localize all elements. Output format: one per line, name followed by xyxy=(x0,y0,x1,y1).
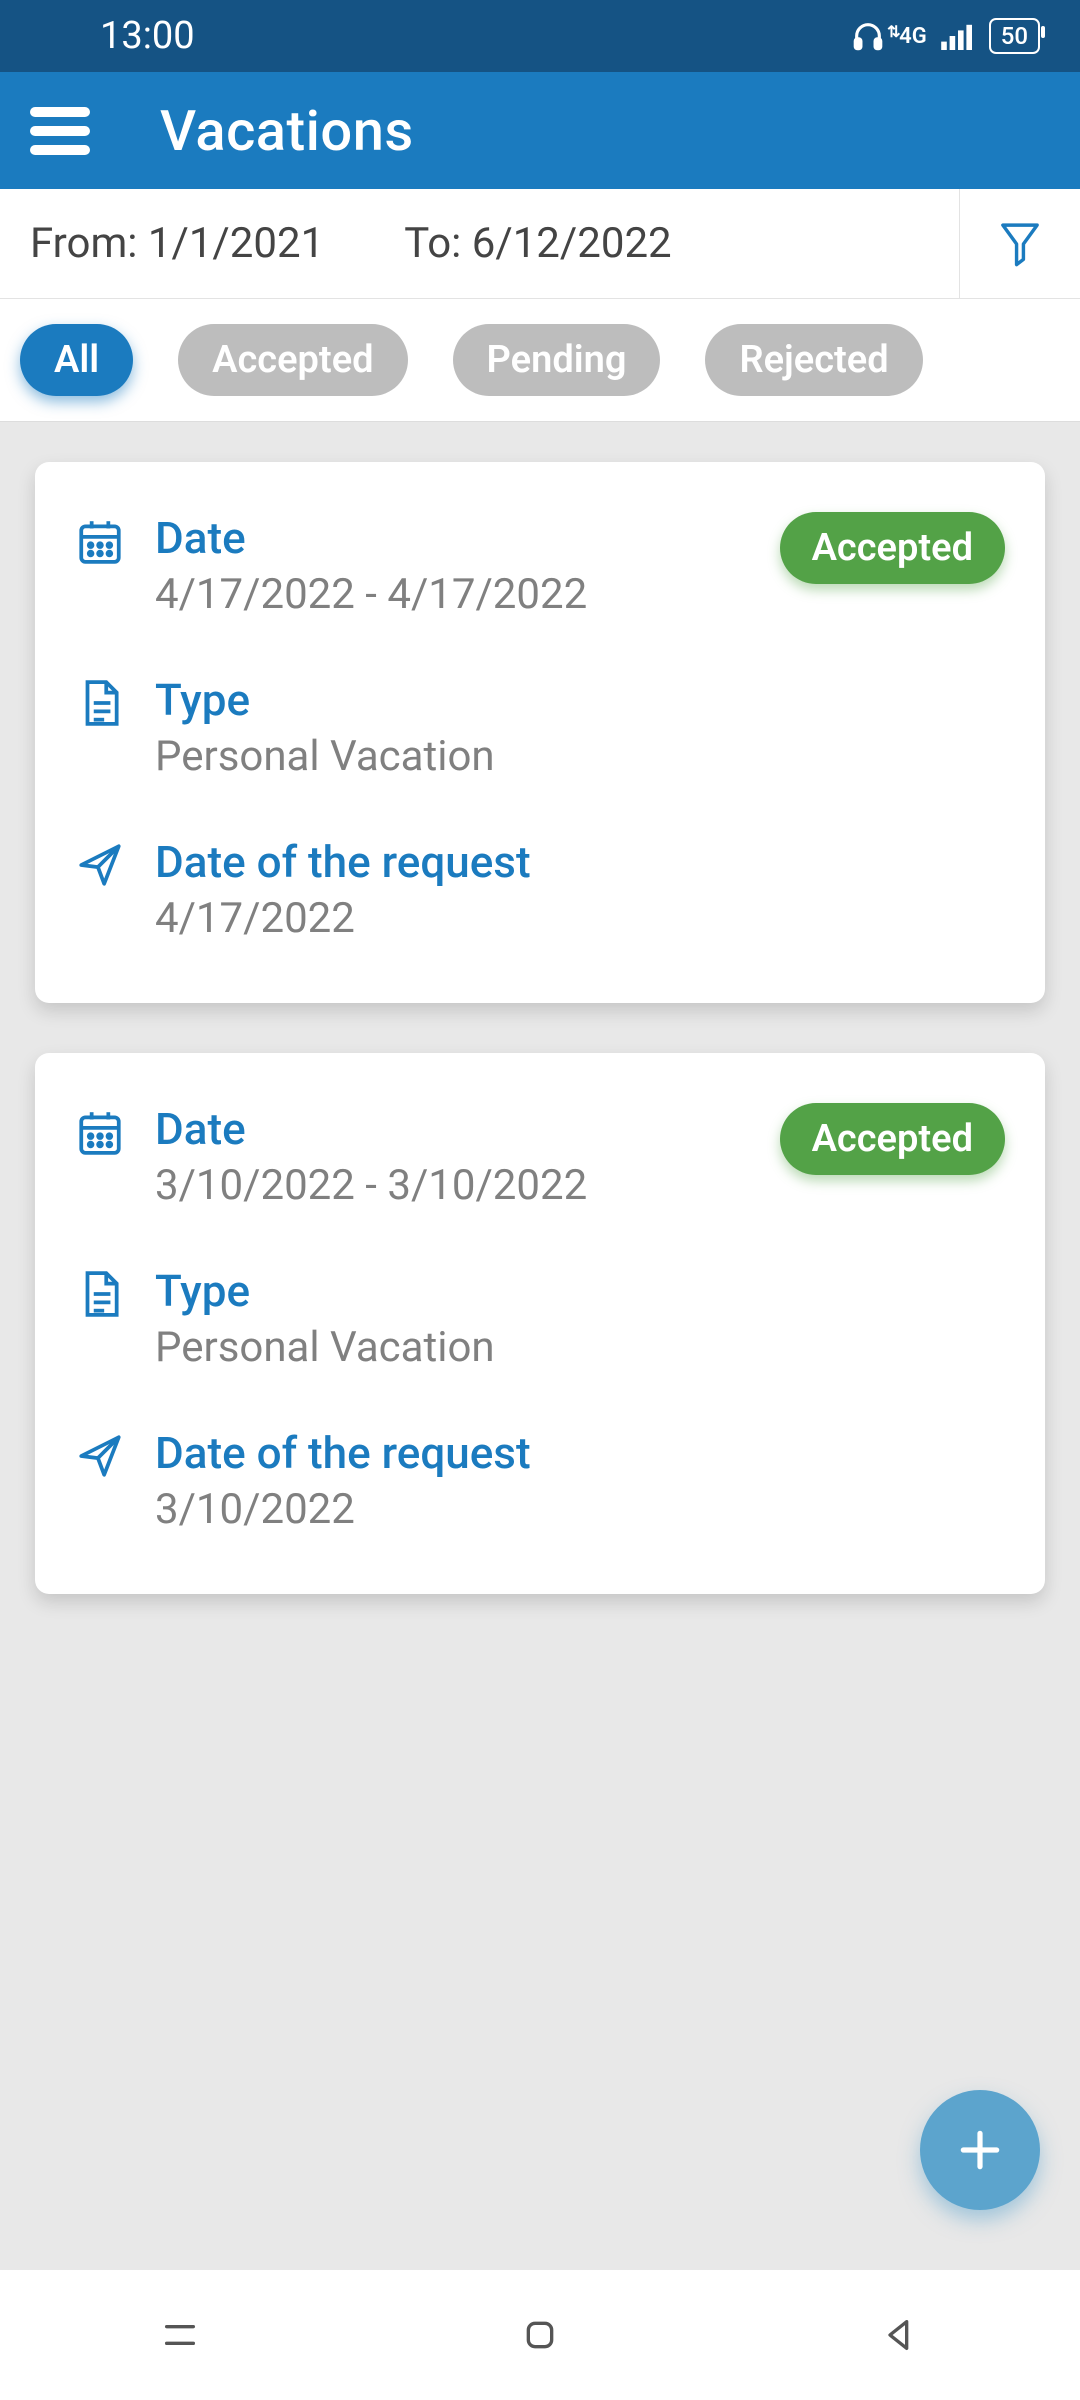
recent-apps-icon[interactable] xyxy=(160,2315,200,2355)
to-date: To: 6/12/2022 xyxy=(404,219,671,268)
funnel-icon xyxy=(999,220,1041,268)
field-type: Type Personal Vacation xyxy=(75,1265,1005,1372)
status-indicators: ⇅ 4G 50 xyxy=(851,18,1040,54)
document-icon xyxy=(75,678,125,728)
field-label: Date of the request xyxy=(155,836,531,888)
field-value: 3/10/2022 xyxy=(155,1485,531,1534)
filter-button[interactable] xyxy=(960,189,1080,298)
calendar-icon xyxy=(75,516,125,566)
chip-accepted[interactable]: Accepted xyxy=(178,324,407,396)
headphones-icon xyxy=(851,19,885,53)
plus-icon xyxy=(955,2125,1005,2175)
field-request-date: Date of the request 3/10/2022 xyxy=(75,1427,1005,1534)
document-icon xyxy=(75,1269,125,1319)
page-title: Vacations xyxy=(160,98,414,164)
status-badge: Accepted xyxy=(780,1103,1005,1175)
vacation-list: Accepted Date 4/17/2022 - 4/17/2022 xyxy=(0,422,1080,1754)
field-value: 4/17/2022 - 4/17/2022 xyxy=(155,570,587,619)
status-bar: 13:00 ⇅ 4G 50 xyxy=(0,0,1080,72)
back-icon[interactable] xyxy=(880,2315,920,2355)
chip-rejected[interactable]: Rejected xyxy=(705,324,922,396)
app-bar: Vacations xyxy=(0,72,1080,189)
status-badge: Accepted xyxy=(780,512,1005,584)
chip-all[interactable]: All xyxy=(20,324,133,396)
home-icon[interactable] xyxy=(520,2315,560,2355)
signal-icon xyxy=(941,22,975,50)
field-value: Personal Vacation xyxy=(155,732,495,781)
date-filter-bar: From: 1/1/2021 To: 6/12/2022 xyxy=(0,189,1080,299)
status-time: 13:00 xyxy=(100,14,195,58)
calendar-icon xyxy=(75,1107,125,1157)
field-label: Date of the request xyxy=(155,1427,531,1479)
field-value: Personal Vacation xyxy=(155,1323,495,1372)
status-filter-chips: All Accepted Pending Rejected xyxy=(0,299,1080,422)
chip-pending[interactable]: Pending xyxy=(453,324,661,396)
field-label: Type xyxy=(155,1265,495,1317)
menu-icon[interactable] xyxy=(30,107,90,155)
send-icon xyxy=(75,1431,125,1481)
field-label: Date xyxy=(155,512,587,564)
network-type: ⇅ 4G xyxy=(899,24,927,49)
field-label: Type xyxy=(155,674,495,726)
vacation-card[interactable]: Accepted Date 3/10/2022 - 3/10/2022 xyxy=(35,1053,1045,1594)
vacation-card[interactable]: Accepted Date 4/17/2022 - 4/17/2022 xyxy=(35,462,1045,1003)
battery-indicator: 50 xyxy=(989,18,1040,54)
field-type: Type Personal Vacation xyxy=(75,674,1005,781)
field-value: 3/10/2022 - 3/10/2022 xyxy=(155,1161,587,1210)
field-value: 4/17/2022 xyxy=(155,894,531,943)
date-range[interactable]: From: 1/1/2021 To: 6/12/2022 xyxy=(0,189,960,298)
system-nav-bar xyxy=(0,2270,1080,2400)
send-icon xyxy=(75,840,125,890)
add-button[interactable] xyxy=(920,2090,1040,2210)
field-request-date: Date of the request 4/17/2022 xyxy=(75,836,1005,943)
from-date: From: 1/1/2021 xyxy=(30,219,324,268)
field-label: Date xyxy=(155,1103,587,1155)
